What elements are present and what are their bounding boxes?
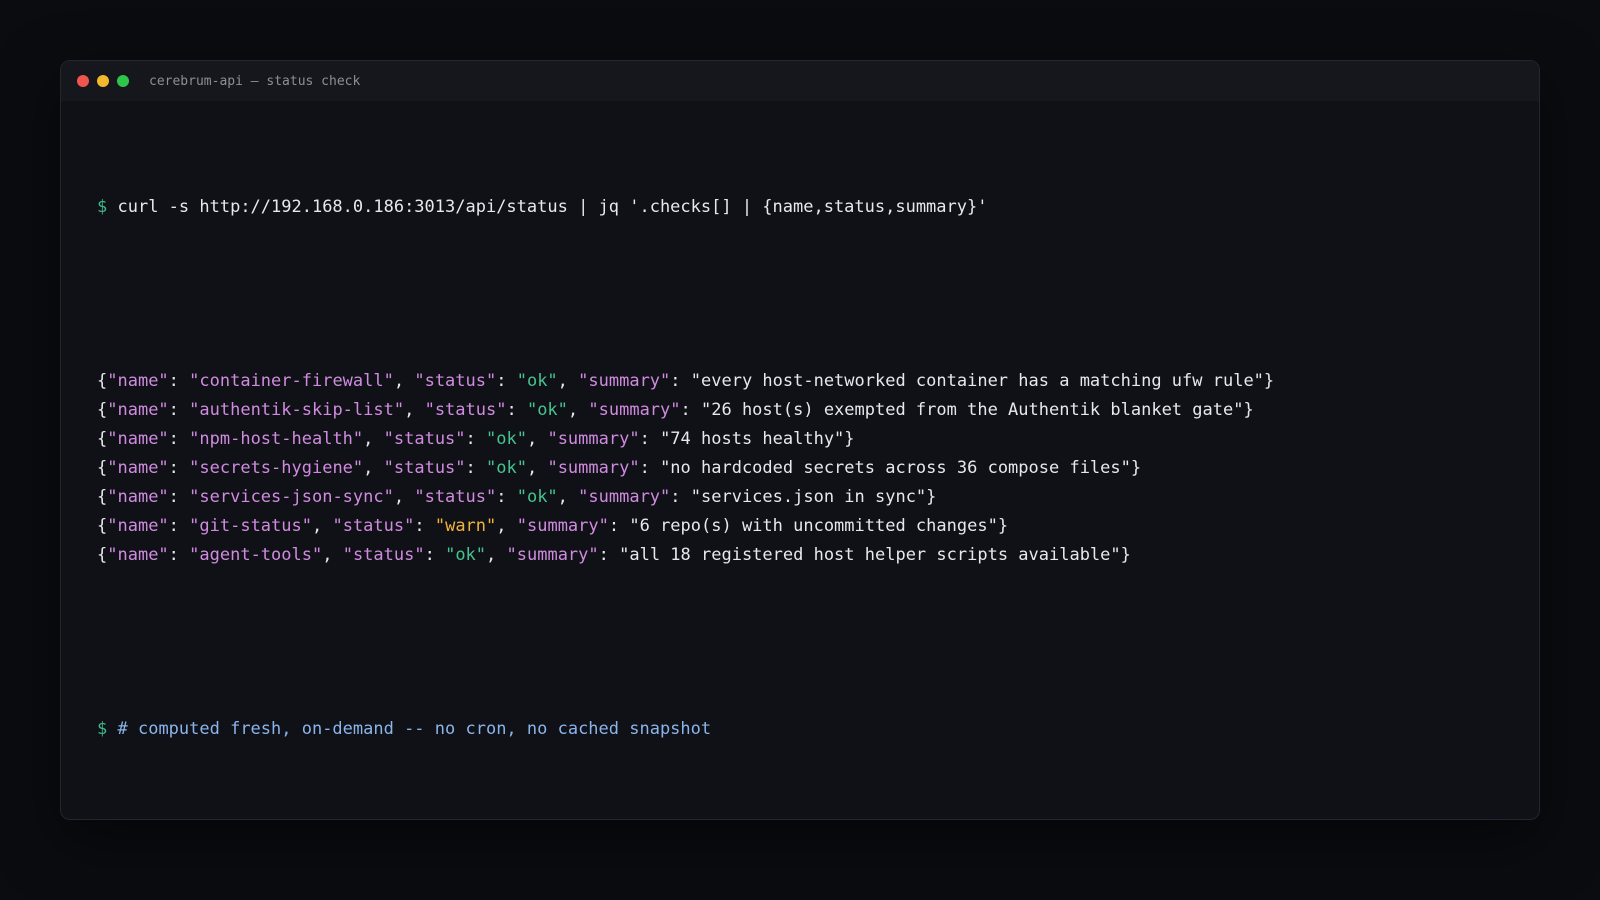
check-status: "ok" <box>516 371 558 391</box>
check-name: "agent-tools" <box>189 545 323 565</box>
check-summary: "summary" <box>547 429 640 449</box>
check-name: "name" <box>107 487 169 507</box>
json-output-line: {"name": "authentik-skip-list", "status"… <box>97 400 1254 420</box>
check-name: "name" <box>107 458 169 478</box>
check-summary: "every host-networked container has a ma… <box>690 371 1264 391</box>
terminal-window: cerebrum-api — status check $ curl -s ht… <box>60 60 1540 820</box>
check-name: "npm-host-health" <box>189 429 364 449</box>
check-name: "services-json-sync" <box>189 487 394 507</box>
check-name: "name" <box>107 545 169 565</box>
check-status: "status" <box>332 516 415 536</box>
terminal-output[interactable]: $ curl -s http://192.168.0.186:3013/api/… <box>61 101 1539 819</box>
window-title: cerebrum-api — status check <box>149 73 361 89</box>
check-name: "name" <box>107 429 169 449</box>
check-name: "name" <box>107 371 169 391</box>
maximize-window-icon[interactable] <box>117 75 129 87</box>
prompt-symbol: $ <box>97 719 108 739</box>
check-status: "status" <box>414 371 497 391</box>
check-status: "ok" <box>486 458 527 478</box>
check-status: "status" <box>414 487 497 507</box>
json-output-line: {"name": "secrets-hygiene", "status": "o… <box>97 458 1142 478</box>
check-summary: "summary" <box>547 458 640 478</box>
check-status: "ok" <box>516 487 558 507</box>
json-output-line: {"name": "npm-host-health", "status": "o… <box>97 429 855 449</box>
check-name: "container-firewall" <box>189 371 394 391</box>
output-rows: {"name": "container-firewall", "status":… <box>97 367 1503 570</box>
check-status: "ok" <box>486 429 527 449</box>
check-summary: "summary" <box>506 545 599 565</box>
check-status: "status" <box>342 545 425 565</box>
command-text: curl -s http://192.168.0.186:3013/api/st… <box>117 197 988 217</box>
json-output-line: {"name": "services-json-sync", "status":… <box>97 487 937 507</box>
check-name: "name" <box>107 400 169 420</box>
check-summary: "6 repo(s) with uncommitted changes" <box>629 516 998 536</box>
comment-text: # computed fresh, on-demand -- no cron, … <box>117 719 712 739</box>
comment-line: $ # computed fresh, on-demand -- no cron… <box>97 715 1503 744</box>
check-status: "status" <box>383 429 466 449</box>
json-output-line: {"name": "git-status", "status": "warn",… <box>97 516 1009 536</box>
json-output-line: {"name": "agent-tools", "status": "ok", … <box>97 545 1131 565</box>
command-line: $ curl -s http://192.168.0.186:3013/api/… <box>97 193 1503 222</box>
prompt-symbol: $ <box>97 197 108 217</box>
check-summary: "all 18 registered host helper scripts a… <box>619 545 1121 565</box>
check-name: "name" <box>107 516 169 536</box>
check-status: "warn" <box>434 516 497 536</box>
check-summary: "services.json in sync" <box>690 487 927 507</box>
check-summary: "26 host(s) exempted from the Authentik … <box>701 400 1244 420</box>
json-output-line: {"name": "container-firewall", "status":… <box>97 371 1275 391</box>
minimize-window-icon[interactable] <box>97 75 109 87</box>
check-status: "ok" <box>445 545 487 565</box>
check-name: "git-status" <box>189 516 312 536</box>
check-status: "status" <box>383 458 466 478</box>
check-name: "secrets-hygiene" <box>189 458 364 478</box>
check-name: "authentik-skip-list" <box>189 400 405 420</box>
close-window-icon[interactable] <box>77 75 89 87</box>
title-bar: cerebrum-api — status check <box>61 61 1539 101</box>
check-summary: "summary" <box>516 516 609 536</box>
check-status: "status" <box>424 400 507 420</box>
check-summary: "summary" <box>588 400 681 420</box>
check-summary: "summary" <box>578 487 671 507</box>
check-summary: "summary" <box>578 371 671 391</box>
check-status: "ok" <box>526 400 568 420</box>
check-summary: "no hardcoded secrets across 36 compose … <box>660 458 1131 478</box>
check-summary: "74 hosts healthy" <box>660 429 845 449</box>
